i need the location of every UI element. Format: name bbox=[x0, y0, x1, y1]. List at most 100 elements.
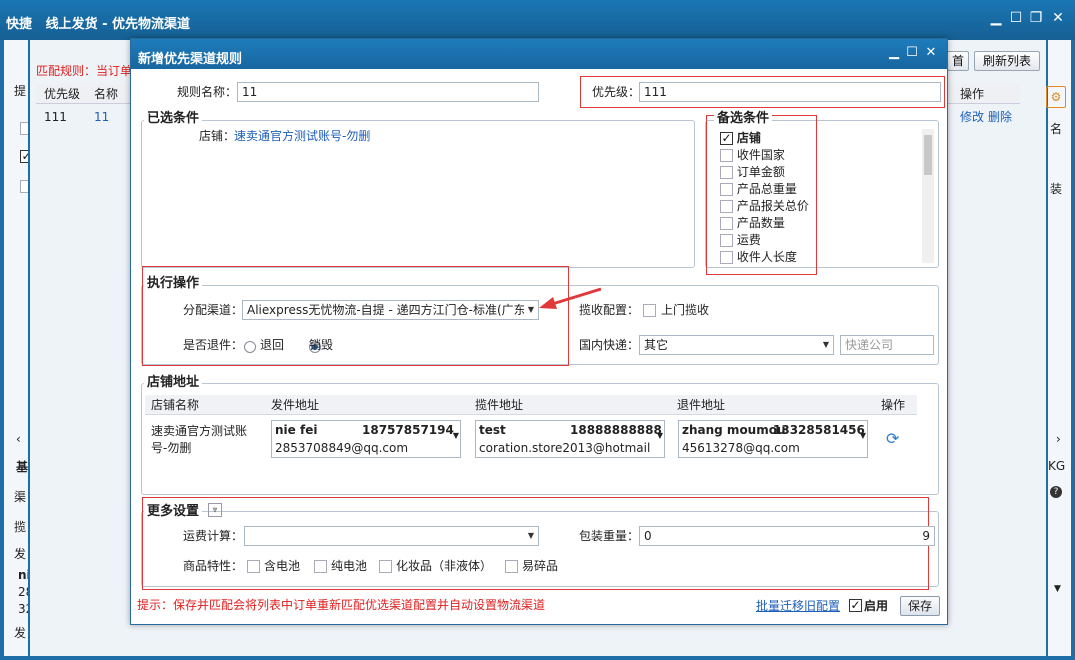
product-option: 化妆品（非液体） bbox=[396, 559, 493, 573]
edit-link[interactable]: 修改 bbox=[960, 108, 984, 126]
dialog: 新增优先渠道规则 ▁ ☐ ✕ 规则名称： 11 优先级： 111 已选条件 店铺… bbox=[130, 38, 948, 625]
dropdown-arrow-icon[interactable]: ▼ bbox=[860, 431, 866, 440]
dialog-titlebar: 新增优先渠道规则 ▁ ☐ ✕ bbox=[131, 39, 947, 69]
condition-checkbox[interactable] bbox=[720, 217, 733, 230]
bg-th-name: 名称 bbox=[94, 87, 119, 101]
product-checkbox[interactable] bbox=[379, 560, 392, 573]
scroll-right-icon[interactable]: › bbox=[1056, 430, 1061, 448]
pickup-checkbox[interactable] bbox=[643, 304, 656, 317]
condition-item[interactable]: 运费 bbox=[720, 231, 860, 248]
domestic-select[interactable]: 其它 ▼ bbox=[639, 335, 834, 355]
bg-frag: 名 bbox=[1050, 122, 1063, 136]
match-rule-text: 匹配规则：当订单 bbox=[36, 64, 133, 78]
collapse-icon[interactable]: ⩔ bbox=[208, 503, 222, 517]
minimize-icon[interactable]: ▁ bbox=[887, 45, 901, 61]
dropdown-arrow-icon[interactable]: ▼ bbox=[1054, 580, 1061, 598]
addr-th-return: 退件地址 bbox=[677, 398, 726, 412]
bg-button[interactable]: 首 bbox=[947, 51, 969, 71]
addr-th-ops: 操作 bbox=[881, 398, 906, 412]
restore-icon[interactable]: ❐ bbox=[1028, 10, 1044, 26]
freight-label: 运费计算： bbox=[183, 529, 244, 543]
minimize-icon[interactable]: ▁ bbox=[988, 10, 1004, 26]
address-title: 店铺地址 bbox=[144, 375, 203, 391]
pickup-address-select[interactable]: test 18888888888 coration.store2013@hotm… bbox=[475, 420, 665, 458]
condition-item[interactable]: 收件国家 bbox=[720, 146, 860, 163]
bg-frag: 提 bbox=[14, 84, 27, 98]
tip-text: 提示：保存并匹配会将列表中订单重新匹配优选渠道配置并自动设置物流渠道 bbox=[137, 598, 546, 612]
close-icon[interactable]: ✕ bbox=[1050, 10, 1066, 26]
close-icon[interactable]: ✕ bbox=[924, 45, 938, 61]
maximize-icon[interactable]: ☐ bbox=[1008, 10, 1024, 26]
bg-frag: 发 bbox=[14, 626, 27, 640]
dropdown-arrow-icon[interactable]: ▼ bbox=[453, 431, 459, 440]
weight-input[interactable]: 0 9 bbox=[639, 526, 935, 546]
dropdown-arrow-icon[interactable]: ▼ bbox=[657, 431, 663, 440]
bg-frag: 发 bbox=[14, 547, 27, 561]
enable-checkbox[interactable] bbox=[849, 599, 862, 612]
send-address-select[interactable]: nie fei 18757857194 2853708849@qq.com ▼ bbox=[271, 420, 461, 458]
dropdown-arrow-icon[interactable]: ▼ bbox=[524, 527, 538, 545]
return-address-select[interactable]: zhang moumou 13328581456 45613278@qq.com… bbox=[678, 420, 868, 458]
product-checkbox[interactable] bbox=[314, 560, 327, 573]
condition-item[interactable]: 店铺 bbox=[720, 129, 860, 146]
enable-label: 启用 bbox=[864, 599, 889, 613]
product-checkbox[interactable] bbox=[247, 560, 260, 573]
help-icon[interactable]: ? bbox=[1050, 486, 1062, 498]
scroll-left-icon[interactable]: ‹ bbox=[16, 430, 21, 448]
bg-frag: 渠 bbox=[14, 490, 27, 504]
condition-item[interactable]: 产品报关总价 bbox=[720, 197, 860, 214]
channel-label: 分配渠道： bbox=[183, 303, 244, 317]
condition-item[interactable]: 产品数量 bbox=[720, 214, 860, 231]
freight-select[interactable]: ▼ bbox=[244, 526, 539, 546]
outer-title: 快捷 线上发货 - 优先物流渠道 bbox=[6, 17, 191, 32]
bg-table-header: 优先级 名称 bbox=[36, 84, 132, 104]
settings-icon[interactable]: ⚙ bbox=[1046, 86, 1066, 108]
priority-input[interactable]: 111 bbox=[639, 82, 941, 102]
selected-store-label: 店铺： bbox=[199, 129, 236, 143]
return-option-destroy: 销毁 bbox=[309, 338, 334, 352]
channel-select[interactable]: Aliexpress无忧物流-自提 - 递四方江门仓-标准(广东 ▼ bbox=[242, 300, 539, 320]
bg-frag: 装 bbox=[1050, 182, 1063, 196]
condition-item[interactable]: 产品总重量 bbox=[720, 180, 860, 197]
product-label: 商品特性： bbox=[183, 559, 244, 573]
address-table-header: 店铺名称 发件地址 揽件地址 退件地址 操作 bbox=[145, 395, 917, 415]
product-checkbox[interactable] bbox=[505, 560, 518, 573]
express-company-input[interactable]: 快递公司 bbox=[840, 335, 934, 355]
exec-title: 执行操作 bbox=[144, 276, 203, 292]
scrollbar-thumb[interactable] bbox=[924, 135, 932, 175]
optional-conditions-title: 备选条件 bbox=[714, 111, 773, 127]
outer-titlebar: 快捷 线上发货 - 优先物流渠道 ▁ ☐ ❐ ✕ bbox=[0, 0, 1075, 40]
condition-item[interactable]: 订单金额 bbox=[720, 163, 860, 180]
condition-item[interactable]: 收件人长度 bbox=[720, 248, 860, 265]
bg-ops-header: 操作 bbox=[948, 84, 1020, 104]
pickup-label: 揽收配置： bbox=[579, 303, 640, 317]
rule-name-label: 规则名称： bbox=[177, 85, 238, 99]
condition-checkbox[interactable] bbox=[720, 149, 733, 162]
selected-store-value[interactable]: 速卖通官方测试账号-勿删 bbox=[234, 127, 370, 145]
bg-row-priority: 111 bbox=[44, 110, 67, 124]
conditions-scrollbar[interactable] bbox=[922, 129, 934, 263]
refresh-list-button[interactable]: 刷新列表 bbox=[974, 51, 1040, 71]
rule-name-input[interactable]: 11 bbox=[237, 82, 539, 102]
product-option: 纯电池 bbox=[331, 559, 368, 573]
product-option: 易碎品 bbox=[522, 559, 559, 573]
bg-left-panel: 提 ‹ 基 渠 揽 发 ni 28 32 发 bbox=[4, 40, 33, 656]
condition-checkbox[interactable] bbox=[720, 183, 733, 196]
condition-checkbox[interactable] bbox=[720, 200, 733, 213]
return-radio-back[interactable] bbox=[244, 340, 256, 353]
maximize-icon[interactable]: ☐ bbox=[905, 45, 919, 61]
condition-checkbox[interactable] bbox=[720, 132, 733, 145]
bg-row-name[interactable]: 11 bbox=[94, 108, 109, 126]
delete-link[interactable]: 删除 bbox=[988, 108, 1012, 126]
pickup-option: 上门揽收 bbox=[661, 303, 710, 317]
priority-label: 优先级： bbox=[592, 85, 641, 99]
dropdown-arrow-icon[interactable]: ▼ bbox=[819, 336, 833, 354]
refresh-icon[interactable]: ⟳ bbox=[886, 429, 899, 448]
condition-checkbox[interactable] bbox=[720, 166, 733, 179]
condition-list: 店铺 收件国家 订单金额 产品总重量 产品报关总价 产品数量 运费 收件人长度 bbox=[720, 129, 860, 265]
migrate-link[interactable]: 批量迁移旧配置 bbox=[756, 597, 840, 615]
condition-checkbox[interactable] bbox=[720, 251, 733, 264]
condition-checkbox[interactable] bbox=[720, 234, 733, 247]
addr-store-name: 速卖通官方测试账号-勿删 bbox=[151, 424, 248, 455]
save-button[interactable]: 保存 bbox=[900, 596, 940, 616]
